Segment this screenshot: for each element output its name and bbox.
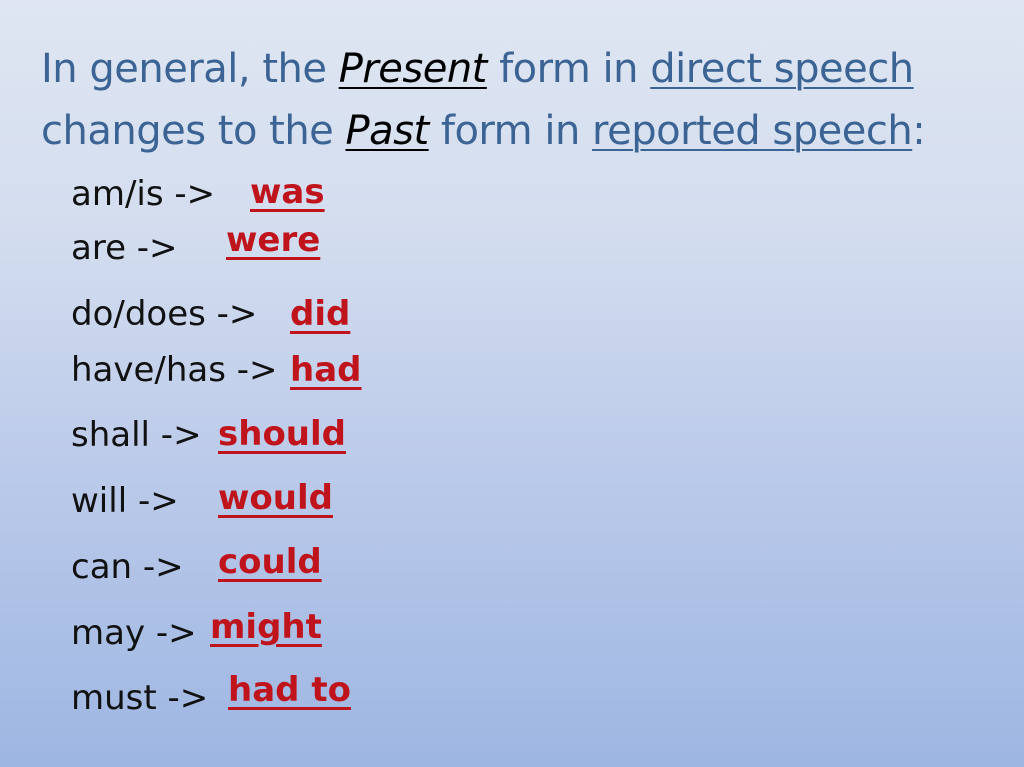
term-reported-speech: reported speech xyxy=(592,108,913,154)
past-form: would xyxy=(218,478,333,518)
title-line-1: In general, the Present form in direct s… xyxy=(41,38,1001,100)
present-form: have/has -> xyxy=(71,350,278,390)
past-form: had xyxy=(290,350,362,390)
conversion-row: are -> were xyxy=(71,220,320,268)
conversion-row: do/does -> did xyxy=(71,294,350,334)
conversion-row: have/has -> had xyxy=(71,350,362,390)
title-line-2: changes to the Past form in reported spe… xyxy=(41,100,1001,162)
title-text: changes to the xyxy=(41,108,346,154)
conversion-row: shall -> should xyxy=(71,414,346,455)
title-text: form in xyxy=(486,46,651,92)
slide: In general, the Present form in direct s… xyxy=(0,0,1024,767)
present-form: do/does -> xyxy=(71,294,258,334)
past-form: should xyxy=(218,414,346,454)
slide-title: In general, the Present form in direct s… xyxy=(41,38,1001,162)
term-past: Past xyxy=(345,108,430,154)
conversion-row: must -> had to xyxy=(71,670,351,718)
title-colon: : xyxy=(912,108,926,154)
title-text: In general, the xyxy=(41,46,339,92)
past-form: had to xyxy=(228,670,351,710)
past-form: did xyxy=(290,294,351,334)
present-form: will -> xyxy=(71,481,179,521)
past-form: could xyxy=(218,542,322,582)
title-text: form in xyxy=(428,108,593,154)
past-form: was xyxy=(250,172,325,212)
past-form: might xyxy=(210,607,322,647)
past-form: were xyxy=(226,220,321,260)
conversion-row: will -> would xyxy=(71,478,333,521)
conversion-row: may -> might xyxy=(71,607,322,653)
present-form: must -> xyxy=(71,678,209,718)
term-present: Present xyxy=(338,46,488,92)
term-direct-speech: direct speech xyxy=(650,46,914,92)
conversion-row: can -> could xyxy=(71,542,322,587)
present-form: are -> xyxy=(71,228,178,268)
present-form: may -> xyxy=(71,613,197,653)
present-form: shall -> xyxy=(71,415,202,455)
present-form: am/is -> xyxy=(71,174,216,214)
conversion-row: am/is -> was xyxy=(71,172,325,214)
present-form: can -> xyxy=(71,547,184,587)
